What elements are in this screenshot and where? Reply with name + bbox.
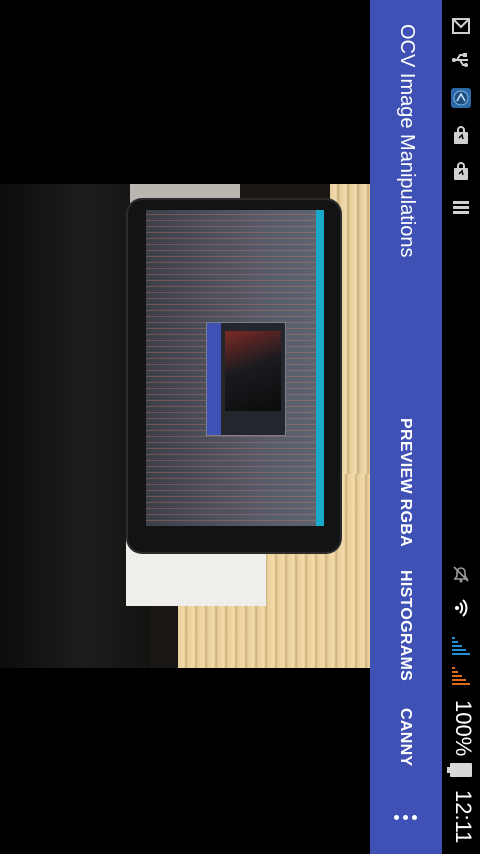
laptop-screen — [146, 210, 324, 526]
battery-percent: 100% — [451, 700, 476, 757]
emulator-preview — [225, 331, 281, 411]
emulator-title-bar — [207, 323, 221, 435]
app-notification-icon — [451, 88, 471, 108]
emulator-window — [206, 322, 286, 436]
storage-icon — [453, 201, 469, 214]
wifi-icon — [455, 599, 468, 617]
shopping-bag-icon — [454, 126, 468, 144]
histograms-button[interactable]: HISTOGRAMS — [397, 570, 414, 681]
taskbar — [316, 210, 324, 526]
more-vert-icon[interactable] — [392, 808, 420, 828]
signal-icon — [452, 667, 470, 685]
preview-rgba-button[interactable]: PREVIEW RGBA — [397, 418, 414, 547]
usb-icon — [452, 53, 468, 67]
camera-preview[interactable] — [0, 184, 370, 668]
clock: 12:11 — [451, 790, 476, 844]
screen: OCV Image Manipulations PREVIEW RGBA HIS… — [0, 0, 480, 854]
battery-icon — [447, 763, 472, 777]
canny-button[interactable]: CANNY — [397, 708, 414, 766]
bell-off-icon — [453, 566, 469, 583]
gmail-icon — [452, 18, 470, 34]
app-title: OCV Image Manipulations — [396, 24, 418, 258]
signal-icon — [452, 637, 470, 655]
shopping-bag-icon — [454, 162, 468, 180]
